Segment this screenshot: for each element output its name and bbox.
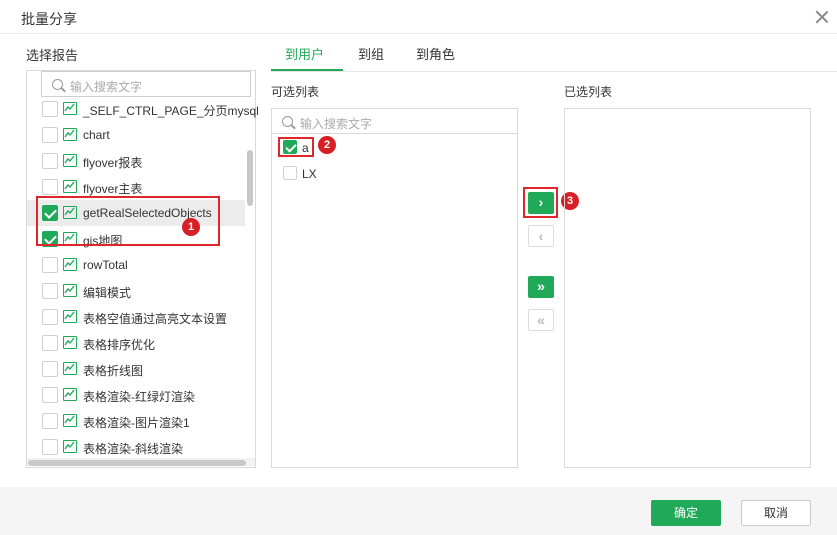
report-item-checkbox[interactable] (42, 335, 58, 351)
report-tree-item[interactable]: 表格渲染-图片渲染1 (27, 408, 245, 434)
report-item-checkbox[interactable] (42, 127, 58, 143)
available-search-placeholder: 输入搜索文字 (300, 117, 373, 131)
report-item-label: _SELF_CTRL_PAGE_分页mysql (83, 104, 259, 118)
report-section-label: 选择报告 (26, 48, 79, 63)
available-item-checkbox[interactable] (283, 166, 297, 180)
report-item-checkbox[interactable] (42, 413, 58, 429)
report-tree-item[interactable]: 表格渲染-红绿灯渲染 (27, 382, 245, 408)
report-item-label: 表格折线图 (83, 364, 144, 378)
line-chart-icon (63, 284, 77, 297)
active-tab-indicator (271, 69, 343, 71)
report-item-label: 表格空值通过高亮文本设置 (83, 312, 228, 326)
report-search-input[interactable]: 输入搜索文字 (41, 71, 251, 97)
dialog-title: 批量分享 (21, 11, 77, 27)
report-item-label: 表格排序优化 (83, 338, 156, 352)
close-icon[interactable] (815, 10, 829, 24)
report-item-label: 表格渲染-图片渲染1 (83, 416, 190, 430)
annotation-box-2 (278, 137, 314, 157)
line-chart-icon (63, 154, 77, 167)
line-chart-icon (63, 180, 77, 193)
move-all-left-button[interactable]: « (528, 309, 554, 331)
report-tree-item[interactable]: chart (27, 122, 245, 148)
report-item-label: 编辑模式 (83, 286, 132, 300)
vertical-scrollbar[interactable] (247, 150, 253, 206)
search-icon (52, 79, 63, 90)
horizontal-scrollbar[interactable] (28, 460, 246, 466)
report-item-checkbox[interactable] (42, 283, 58, 299)
report-tree-item[interactable]: 表格折线图 (27, 356, 245, 382)
report-tree-item[interactable]: rowTotal (27, 252, 245, 278)
ok-button[interactable]: 确定 (651, 500, 721, 526)
report-item-label: flyover报表 (83, 156, 143, 170)
report-item-checkbox[interactable] (42, 309, 58, 325)
tab-divider (271, 71, 837, 72)
report-item-checkbox[interactable] (42, 439, 58, 455)
line-chart-icon (63, 362, 77, 375)
selected-list-panel (564, 108, 811, 468)
line-chart-icon (63, 102, 77, 115)
report-item-label: rowTotal (83, 258, 128, 272)
annotation-box-3 (523, 187, 558, 218)
line-chart-icon (63, 128, 77, 141)
annotation-badge-2: 2 (318, 136, 336, 154)
report-search-placeholder: 输入搜索文字 (70, 80, 143, 94)
report-item-label: flyover主表 (83, 182, 143, 196)
line-chart-icon (63, 336, 77, 349)
report-tree-item[interactable]: 表格排序优化 (27, 330, 245, 356)
report-tree-item[interactable]: 表格空值通过高亮文本设置 (27, 304, 245, 330)
report-item-checkbox[interactable] (42, 153, 58, 169)
report-tree-item[interactable]: flyover报表 (27, 148, 245, 174)
report-item-label: 表格渲染-红绿灯渲染 (83, 390, 195, 404)
report-item-checkbox[interactable] (42, 179, 58, 195)
report-item-checkbox[interactable] (42, 101, 58, 117)
available-list-panel (271, 108, 518, 468)
move-left-button[interactable]: ‹ (528, 225, 554, 247)
line-chart-icon (63, 310, 77, 323)
tab-to-role[interactable]: 到角色 (416, 44, 455, 63)
report-item-checkbox[interactable] (42, 257, 58, 273)
line-chart-icon (63, 258, 77, 271)
available-list-label: 可选列表 (271, 85, 320, 99)
dialog-header: 批量分享 (0, 0, 837, 34)
cancel-button[interactable]: 取消 (741, 500, 811, 526)
report-item-checkbox[interactable] (42, 387, 58, 403)
line-chart-icon (63, 388, 77, 401)
report-tree-item[interactable]: 编辑模式 (27, 278, 245, 304)
report-tree-item[interactable]: 表格渲染-斜线渲染 (27, 434, 245, 460)
report-tree-item[interactable]: _SELF_CTRL_PAGE_分页mysql (27, 96, 259, 122)
annotation-badge-1: 1 (182, 218, 200, 236)
available-item-label: LX (302, 167, 317, 181)
report-item-label: 表格渲染-斜线渲染 (83, 442, 183, 456)
report-item-label: chart (83, 128, 110, 142)
move-all-right-button[interactable]: » (528, 276, 554, 298)
tab-to-group[interactable]: 到组 (358, 44, 384, 63)
line-chart-icon (63, 414, 77, 427)
available-search-input[interactable]: 输入搜索文字 (272, 109, 517, 134)
tab-to-user[interactable]: 到用户 (285, 44, 324, 63)
selected-list-label: 已选列表 (564, 85, 613, 99)
line-chart-icon (63, 440, 77, 453)
search-icon (282, 116, 293, 127)
report-item-checkbox[interactable] (42, 361, 58, 377)
